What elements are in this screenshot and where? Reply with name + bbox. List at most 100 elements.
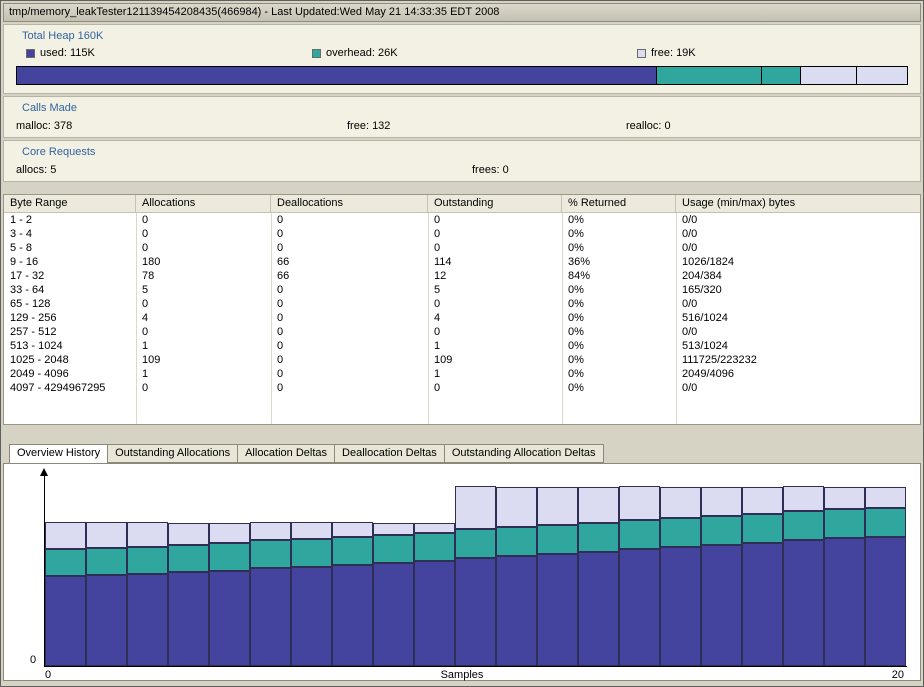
- table-cell: 0: [428, 325, 562, 339]
- core-requests-title: Core Requests: [22, 146, 95, 158]
- sample-bar: [660, 487, 701, 666]
- table-cell: 0: [271, 227, 428, 241]
- y-axis-origin-label: 0: [30, 654, 36, 666]
- table-cell: 0: [271, 325, 428, 339]
- table-row[interactable]: 2049 - 40961010%2049/4096: [4, 367, 920, 381]
- bar-segment-used: [45, 576, 86, 666]
- table-row[interactable]: 129 - 2564040%516/1024: [4, 311, 920, 325]
- table-cell: 4: [428, 311, 562, 325]
- table-row[interactable]: 257 - 5120000%0/0: [4, 325, 920, 339]
- bar-segment-free: [701, 487, 742, 516]
- bar-segment-overhead: [414, 533, 455, 561]
- tab-outstanding-allocations[interactable]: Outstanding Allocations: [107, 444, 237, 463]
- bar-segment-overhead: [209, 543, 250, 571]
- column-header-outstanding[interactable]: Outstanding: [428, 195, 562, 212]
- allocation-table: Byte RangeAllocationsDeallocationsOutsta…: [3, 194, 921, 425]
- table-row[interactable]: 4097 - 42949672950000%0/0: [4, 381, 920, 395]
- column-header-returned[interactable]: % Returned: [562, 195, 676, 212]
- bar-segment-overhead: [783, 511, 824, 540]
- bar-segment-overhead: [127, 547, 168, 574]
- column-header-deallocations[interactable]: Deallocations: [271, 195, 428, 212]
- tab-deallocation-deltas[interactable]: Deallocation Deltas: [334, 444, 444, 463]
- table-cell: 0: [428, 227, 562, 241]
- table-row[interactable]: 17 - 3278661284%204/384: [4, 269, 920, 283]
- bar-segment-overhead: [45, 549, 86, 576]
- column-header-usage-min-max-bytes[interactable]: Usage (min/max) bytes: [676, 195, 920, 212]
- table-cell: 0: [271, 339, 428, 353]
- table-row[interactable]: 5 - 80000%0/0: [4, 241, 920, 255]
- bar-segment-overhead: [455, 529, 496, 558]
- table-cell: 3 - 4: [4, 227, 136, 241]
- tab-outstanding-allocation-deltas[interactable]: Outstanding Allocation Deltas: [444, 444, 604, 463]
- bar-segment-free: [537, 487, 578, 525]
- sample-bar: [783, 486, 824, 666]
- bar-segment-used: [660, 547, 701, 666]
- legend-used-label: used: 115K: [40, 47, 95, 59]
- table-row[interactable]: 513 - 10241010%513/1024: [4, 339, 920, 353]
- table-cell: 0%: [562, 367, 676, 381]
- bar-segment-used: [414, 561, 455, 666]
- bar-segment-used: [742, 543, 783, 666]
- bar-segment-used: [496, 556, 537, 666]
- table-cell: 0: [136, 213, 271, 227]
- bar-segment-free: [332, 522, 373, 537]
- table-cell: 1: [136, 367, 271, 381]
- bar-segment-overhead: [537, 525, 578, 554]
- table-cell: 1 - 2: [4, 213, 136, 227]
- table-row[interactable]: 65 - 1280000%0/0: [4, 297, 920, 311]
- bar-segment-free: [414, 523, 455, 533]
- table-cell: 1: [428, 339, 562, 353]
- bar-segment-free: [250, 522, 291, 540]
- heap-segment-overhead: [762, 67, 801, 84]
- bar-segment-free: [496, 487, 537, 527]
- bar-segment-free: [455, 486, 496, 529]
- realloc-count: realloc: 0: [626, 120, 671, 132]
- bar-segment-used: [250, 568, 291, 666]
- table-cell: 78: [136, 269, 271, 283]
- column-header-allocations[interactable]: Allocations: [136, 195, 271, 212]
- bar-segment-used: [783, 540, 824, 666]
- bar-segment-used: [86, 575, 127, 666]
- sample-bar: [865, 487, 906, 666]
- sample-bar: [45, 522, 86, 666]
- bar-segment-used: [209, 571, 250, 666]
- calls-made-title: Calls Made: [22, 102, 77, 114]
- bar-segment-overhead: [742, 514, 783, 543]
- bar-segment-used: [455, 558, 496, 666]
- free-swatch-icon: [637, 49, 646, 58]
- sample-bar: [250, 522, 291, 666]
- table-row[interactable]: 1025 - 204810901090%111725/223232: [4, 353, 920, 367]
- bar-segment-used: [291, 567, 332, 666]
- table-cell: 1: [428, 367, 562, 381]
- table-cell: 516/1024: [676, 311, 920, 325]
- column-header-byte-range[interactable]: Byte Range: [4, 195, 136, 212]
- bar-segment-free: [660, 487, 701, 518]
- table-cell: 0%: [562, 339, 676, 353]
- table-cell: 129 - 256: [4, 311, 136, 325]
- table-body: 1 - 20000%0/03 - 40000%0/05 - 80000%0/09…: [4, 213, 920, 424]
- table-row[interactable]: 3 - 40000%0/0: [4, 227, 920, 241]
- legend-item-free: free: 19K: [637, 47, 696, 59]
- sample-bar: [209, 523, 250, 666]
- tab-overview-history[interactable]: Overview History: [9, 444, 108, 464]
- table-cell: 1025 - 2048: [4, 353, 136, 367]
- table-cell: 0: [271, 283, 428, 297]
- x-axis-label: Samples: [4, 669, 920, 681]
- table-cell: 257 - 512: [4, 325, 136, 339]
- table-cell: 513 - 1024: [4, 339, 136, 353]
- table-row[interactable]: 1 - 20000%0/0: [4, 213, 920, 227]
- table-cell: 180: [136, 255, 271, 269]
- memory-analysis-view: tmp/memory_leakTester121139454208435(466…: [0, 0, 924, 687]
- bar-segment-free: [86, 522, 127, 548]
- bar-segment-overhead: [168, 545, 209, 572]
- table-row[interactable]: 33 - 645050%165/320: [4, 283, 920, 297]
- heap-segment-free: [857, 67, 907, 84]
- table-cell: 0%: [562, 241, 676, 255]
- tab-allocation-deltas[interactable]: Allocation Deltas: [237, 444, 334, 463]
- sample-bar: [373, 523, 414, 666]
- table-cell: 1026/1824: [676, 255, 920, 269]
- table-row[interactable]: 9 - 161806611436%1026/1824: [4, 255, 920, 269]
- table-cell: 0: [271, 297, 428, 311]
- table-cell: 114: [428, 255, 562, 269]
- table-cell: 84%: [562, 269, 676, 283]
